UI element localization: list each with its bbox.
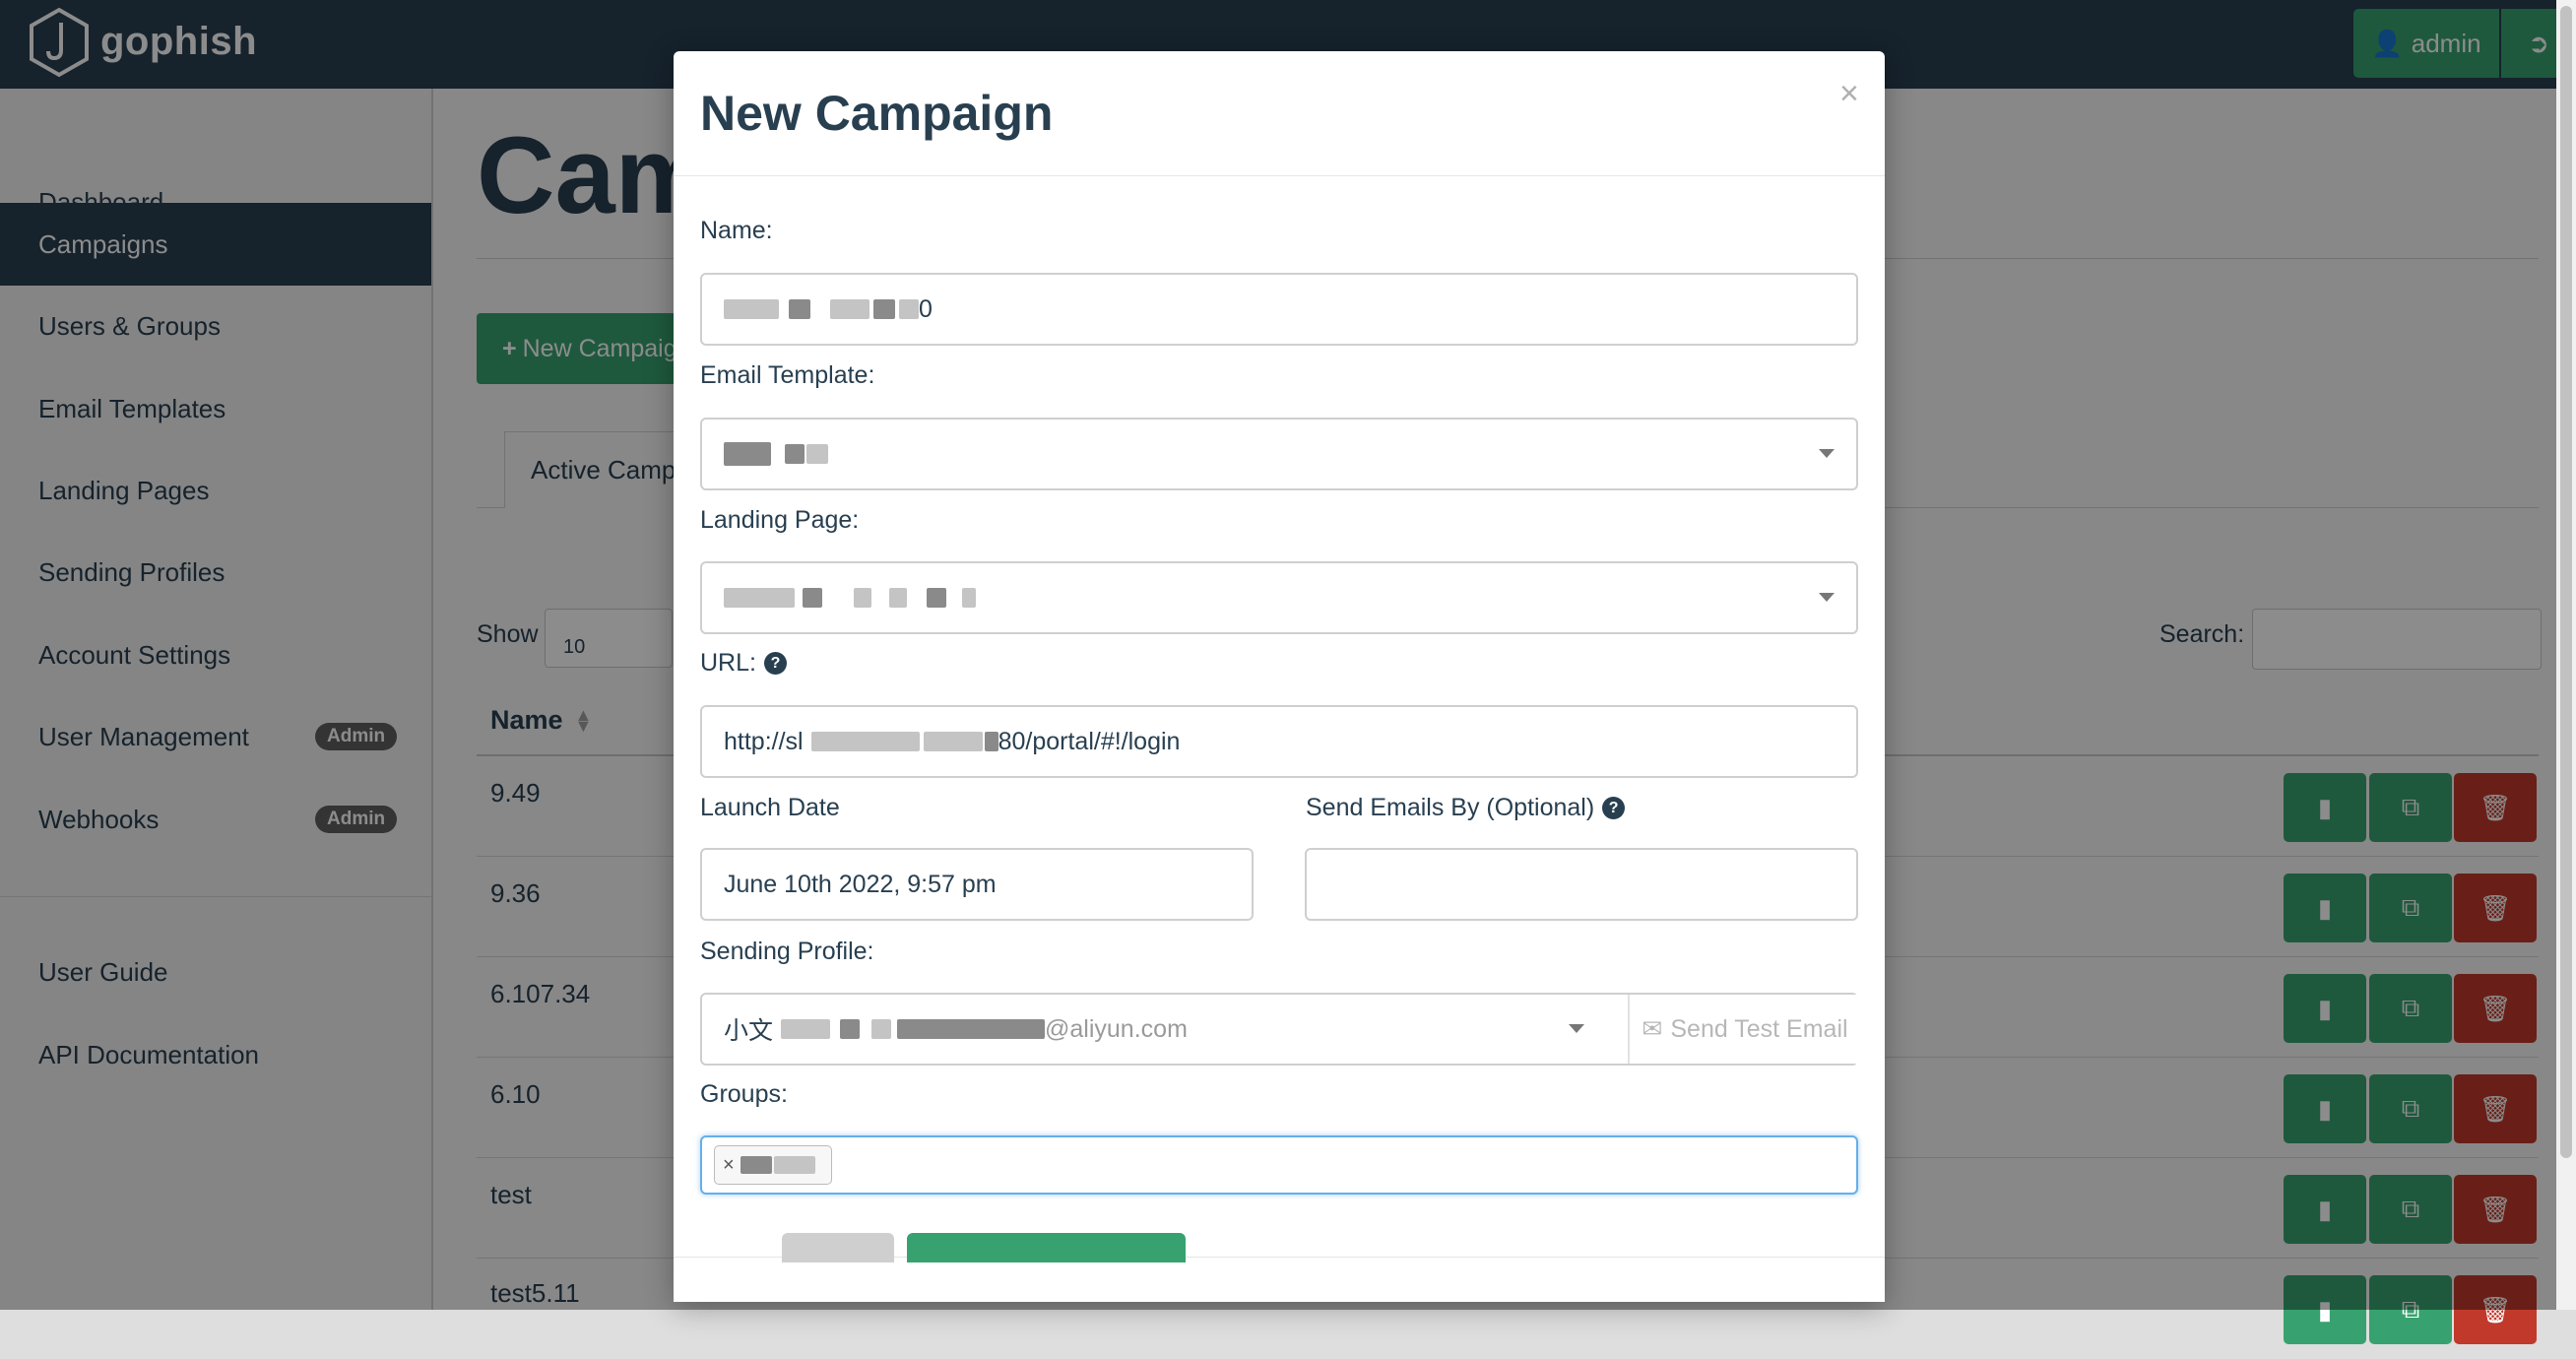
redacted-text [789,299,810,319]
url-input[interactable]: http://sl 80/portal/#!/login [700,705,1858,778]
chevron-down-icon [1819,593,1835,602]
redacted-text [962,588,976,608]
chevron-down-icon [1819,449,1835,458]
close-icon[interactable]: × [1839,75,1859,113]
email-template-label: Email Template: [700,361,875,389]
modal-header: New Campaign × [674,51,1885,176]
redacted-text [724,588,795,608]
redacted-text [803,588,822,608]
redacted-text [806,444,828,464]
groups-label: Groups: [700,1080,788,1108]
redacted-text [785,444,805,464]
question-circle-icon[interactable]: ? [1602,797,1626,819]
redacted-text [840,1019,861,1039]
redacted-text [871,1019,892,1039]
sending-profile-select[interactable]: 小文 @aliyun.com ✉ Send Test Email [700,993,1860,1066]
scrollbar-thumb[interactable] [2560,6,2572,1158]
sending-profile-value-end: @aliyun.com [1045,1014,1188,1043]
remove-tag-icon[interactable]: × [723,1154,735,1177]
groups-input[interactable]: × [700,1135,1858,1195]
redacted-text [899,299,919,319]
send-emails-by-label-text: Send Emails By (Optional) [1306,794,1595,821]
redacted-text [927,588,946,608]
question-circle-icon[interactable]: ? [763,652,787,675]
url-label-text: URL: [700,649,756,677]
redacted-text [830,299,869,319]
redacted-text [724,299,779,319]
email-template-select[interactable] [700,418,1858,490]
redacted-text [724,442,771,466]
redacted-text [740,1156,772,1174]
envelope-icon: ✉ [1642,1015,1663,1043]
sending-profile-value-start: 小文 [724,1017,774,1045]
group-tag[interactable]: × [714,1145,832,1185]
new-campaign-modal: New Campaign × Name: 0 Email Template: L… [674,51,1885,1302]
redacted-text [773,1156,815,1174]
campaign-name-value: 0 [919,294,933,323]
url-value-start: http://sl [724,727,804,755]
url-value-end: 80/portal/#!/login [998,727,1181,755]
redacted-text [781,1019,831,1039]
landing-page-label: Landing Page: [700,506,860,534]
launch-date-label: Launch Date [700,794,840,821]
chevron-down-icon [1569,1024,1584,1033]
modal-title: New Campaign [700,86,1054,141]
redacted-text [923,732,983,751]
launch-campaign-button[interactable] [907,1233,1186,1262]
redacted-text [897,1019,1046,1039]
send-test-email-label: Send Test Email [1670,1014,1848,1043]
launch-date-value: June 10th 2022, 9:57 pm [724,870,997,898]
send-test-email-button[interactable]: ✉ Send Test Email [1628,995,1860,1064]
redacted-text [854,588,871,608]
url-label: URL: ? [700,649,787,678]
redacted-text [873,299,895,319]
launch-date-input[interactable]: June 10th 2022, 9:57 pm [700,848,1254,921]
send-emails-by-input[interactable] [1305,848,1858,921]
name-label: Name: [700,217,773,244]
sending-profile-label: Sending Profile: [700,938,874,965]
campaign-name-input[interactable]: 0 [700,273,1858,346]
send-emails-by-label: Send Emails By (Optional) ? [1306,794,1626,822]
redacted-text [810,732,920,751]
close-button[interactable] [782,1233,894,1262]
landing-page-select[interactable] [700,561,1858,634]
redacted-text [984,732,998,751]
redacted-text [889,588,907,608]
